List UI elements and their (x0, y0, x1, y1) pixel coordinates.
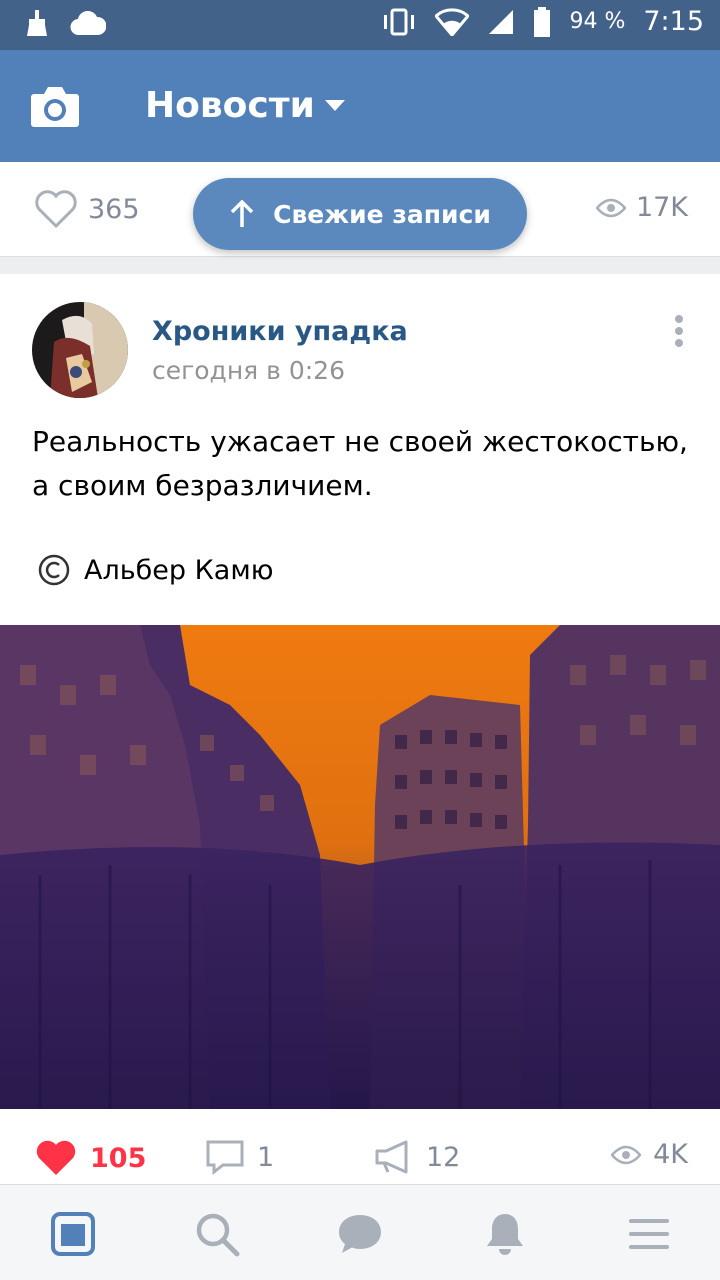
cloud-icon (70, 11, 106, 35)
views-count: 4K (653, 1139, 688, 1170)
like-count: 365 (88, 193, 140, 225)
comment-button[interactable]: 1 (205, 1139, 274, 1175)
avatar[interactable] (32, 302, 128, 398)
chevron-down-icon[interactable] (325, 100, 345, 112)
like-button[interactable]: 365 (34, 190, 140, 228)
share-count: 12 (426, 1141, 461, 1173)
like-count: 105 (90, 1142, 147, 1174)
clock: 7:15 (643, 6, 704, 37)
like-button[interactable]: 105 (34, 1139, 146, 1177)
search-icon[interactable] (194, 1211, 240, 1257)
fresh-posts-label: Свежие записи (273, 199, 491, 229)
menu-icon[interactable] (626, 1211, 672, 1257)
battery-icon (534, 6, 551, 37)
views-count: 17K (635, 192, 688, 223)
messages-icon[interactable] (337, 1211, 383, 1257)
arrow-up-icon (230, 200, 254, 227)
heart-icon (36, 1140, 76, 1175)
vibrate-icon (384, 8, 415, 35)
wifi-icon (435, 7, 470, 36)
eye-icon (595, 198, 626, 217)
megaphone-icon (375, 1140, 408, 1174)
page-title[interactable]: Новости (145, 84, 315, 128)
views-counter: 17K (595, 192, 688, 223)
more-options-icon[interactable] (674, 314, 684, 348)
post-actions: 105 1 12 4K (0, 1109, 720, 1184)
copyright-icon (38, 554, 70, 586)
post-timestamp: сегодня в 0:26 (152, 356, 345, 385)
quote-author: Альбер Камю (84, 554, 274, 586)
author-name[interactable]: Хроники упадка (152, 316, 408, 347)
post-image[interactable] (0, 625, 720, 1109)
camera-icon[interactable] (30, 84, 80, 128)
fresh-posts-button[interactable]: Свежие записи (193, 178, 527, 250)
views-counter: 4K (611, 1139, 688, 1170)
signal-icon (489, 9, 514, 34)
comment-icon (206, 1140, 244, 1175)
status-bar: 94 % 7:15 (0, 0, 720, 50)
comment-count: 1 (257, 1141, 275, 1173)
bottom-nav (0, 1184, 720, 1280)
news-icon[interactable] (50, 1211, 96, 1257)
post-card: Хроники упадка сегодня в 0:26 Реальность… (0, 274, 720, 1184)
eye-icon (611, 1145, 642, 1164)
post-text: Реальность ужасает не своей жестокостью,… (32, 425, 688, 502)
cleaner-icon (27, 10, 47, 36)
share-button[interactable]: 12 (374, 1139, 460, 1175)
heart-outline-icon (35, 190, 77, 228)
post-quote: Альбер Камю (38, 554, 273, 586)
app-header: Новости (0, 50, 720, 162)
battery-percent: 94 % (569, 9, 626, 34)
notifications-icon[interactable] (482, 1211, 528, 1257)
